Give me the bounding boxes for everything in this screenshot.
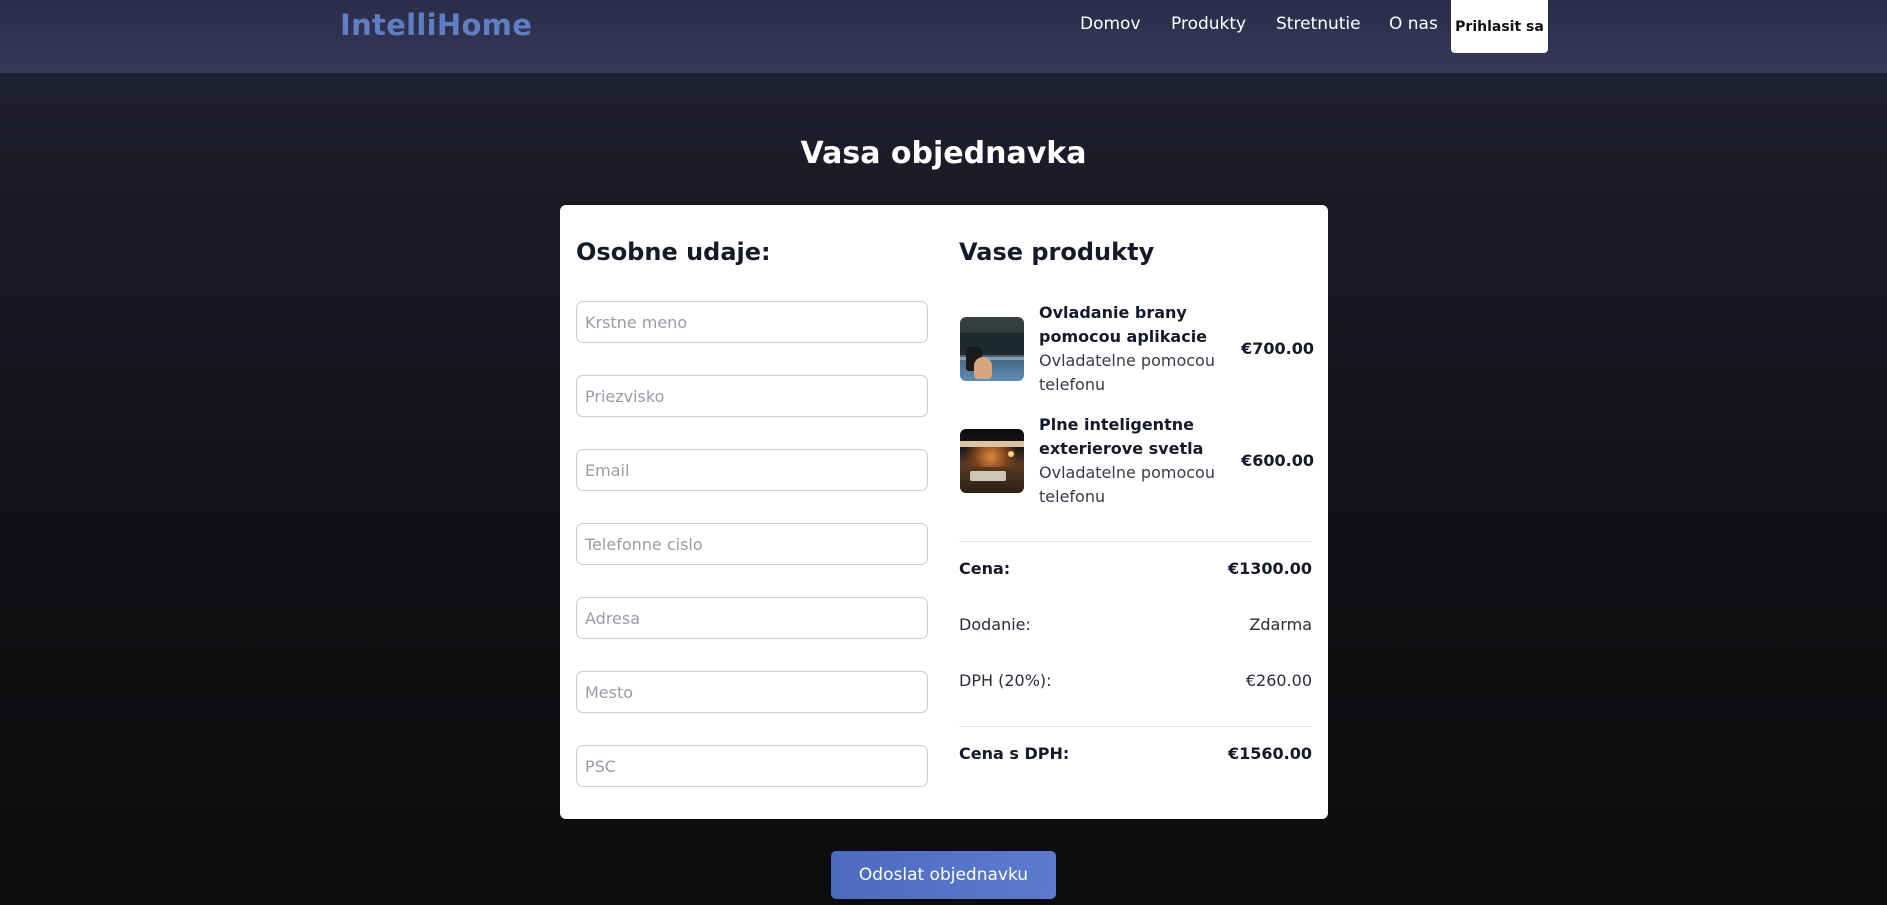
main-nav: Domov Produkty Stretnutie O nas Prihlasi… bbox=[0, 0, 1887, 53]
last-name-input[interactable] bbox=[576, 375, 928, 417]
order-card: Osobne udaje: Vase produkty Ovladanie br… bbox=[560, 205, 1328, 819]
products-title: Vase produkty bbox=[959, 238, 1155, 266]
nav-link-stretnutie[interactable]: Stretnutie bbox=[1276, 12, 1361, 36]
submit-order-button[interactable]: Odoslat objednavku bbox=[831, 851, 1056, 899]
vat-label: DPH (20%): bbox=[959, 671, 1052, 690]
login-button[interactable]: Prihlasit sa bbox=[1451, 0, 1548, 53]
exterior-lights-thumbnail bbox=[960, 429, 1024, 493]
product-description: Ovladatelne pomocou telefonu bbox=[1039, 463, 1215, 506]
personal-info-title: Osobne udaje: bbox=[576, 238, 771, 266]
nav-link-domov[interactable]: Domov bbox=[1080, 12, 1141, 36]
summary-divider bbox=[959, 541, 1312, 542]
product-description: Ovladatelne pomocou telefonu bbox=[1039, 351, 1215, 394]
first-name-input[interactable] bbox=[576, 301, 928, 343]
email-input[interactable] bbox=[576, 449, 928, 491]
nav-link-produkty[interactable]: Produkty bbox=[1171, 12, 1246, 36]
price-label: Cena: bbox=[959, 559, 1011, 578]
price-value: €1300.00 bbox=[1227, 559, 1312, 578]
product-price: €700.00 bbox=[1241, 339, 1314, 358]
total-divider bbox=[959, 726, 1312, 727]
product-item: Ovladanie brany pomocou aplikacie Ovlada… bbox=[959, 301, 1314, 397]
product-name: Ovladanie brany pomocou aplikacie bbox=[1039, 303, 1208, 346]
city-input[interactable] bbox=[576, 671, 928, 713]
delivery-label: Dodanie: bbox=[959, 615, 1031, 634]
product-item: Plne inteligentne exterierove svetla Ovl… bbox=[959, 413, 1314, 509]
address-input[interactable] bbox=[576, 597, 928, 639]
delivery-value: Zdarma bbox=[1249, 615, 1312, 634]
nav-link-o-nas[interactable]: O nas bbox=[1389, 12, 1438, 36]
phone-input[interactable] bbox=[576, 523, 928, 565]
vat-value: €260.00 bbox=[1245, 671, 1312, 690]
product-price: €600.00 bbox=[1241, 451, 1314, 470]
page-title: Vasa objednavka bbox=[800, 136, 1087, 171]
postal-code-input[interactable] bbox=[576, 745, 928, 787]
product-name: Plne inteligentne exterierove svetla bbox=[1039, 415, 1204, 458]
total-value: €1560.00 bbox=[1227, 744, 1312, 763]
gate-control-thumbnail bbox=[960, 317, 1024, 381]
total-label: Cena s DPH: bbox=[959, 744, 1070, 763]
